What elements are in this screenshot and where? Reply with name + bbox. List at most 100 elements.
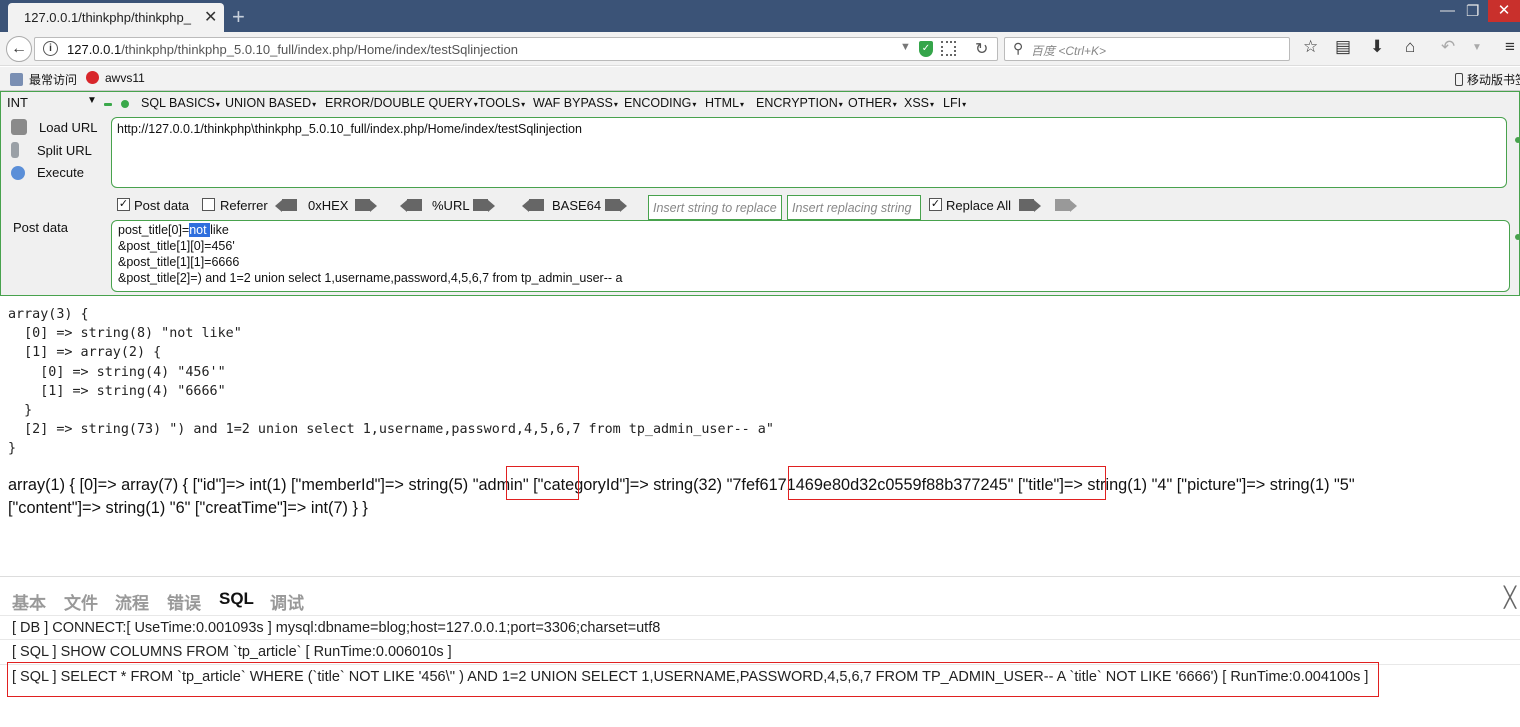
menu-tools[interactable]: TOOLS <box>478 96 525 110</box>
tab-errors[interactable]: 错误 <box>167 589 201 614</box>
menu-union-based[interactable]: UNION BASED <box>225 96 316 110</box>
referrer-label: Referrer <box>220 198 268 213</box>
base64-label: BASE64 <box>552 198 602 213</box>
url-textarea[interactable]: http://127.0.0.1/thinkphp\thinkphp_5.0.1… <box>111 117 1507 188</box>
navigation-bar: ← i 127.0.0.1/thinkphp/thinkphp_5.0.10_f… <box>0 32 1520 66</box>
window-close-icon[interactable]: ✕ <box>1488 0 1520 22</box>
replace-all-bar[interactable] <box>1055 199 1070 211</box>
reload-icon[interactable]: ↻ <box>975 39 988 59</box>
dump-line: array(3) { <box>8 307 89 322</box>
browser-tab[interactable]: 127.0.0.1/thinkphp/thinkphp_ ✕ <box>8 3 224 32</box>
home-icon[interactable]: ⌂ <box>1405 37 1415 57</box>
post-data-textarea[interactable]: post_title[0]=not like &post_title[1][0]… <box>111 220 1510 292</box>
menu-html[interactable]: HTML <box>705 96 744 110</box>
qr-code-icon[interactable] <box>941 41 956 56</box>
menu-xss[interactable]: XSS <box>904 96 934 110</box>
dump-line: [0] => string(4) "456'" <box>8 364 226 380</box>
replace-all-checkbox[interactable]: ✓ <box>929 198 942 211</box>
restore-icon[interactable]: ❐ <box>1466 2 1479 20</box>
execute-button[interactable]: Execute <box>11 165 84 180</box>
scroll-marker <box>1515 137 1520 143</box>
menu-encoding[interactable]: ENCODING <box>624 96 696 110</box>
hex-encode-icon[interactable] <box>370 200 377 212</box>
tab-files[interactable]: 文件 <box>64 589 98 614</box>
replace-icon[interactable] <box>1034 200 1041 212</box>
url-decode-icon[interactable] <box>400 200 407 212</box>
mobile-bookmarks[interactable]: 移动版书签 <box>1455 71 1520 88</box>
undo-dropdown-icon[interactable]: ▼ <box>1472 42 1482 53</box>
result-line: array(1) { [0]=> array(7) { ["id"]=> int… <box>8 476 1355 494</box>
query-result-output: array(1) { [0]=> array(7) { ["id"]=> int… <box>8 474 1508 520</box>
menu-other[interactable]: OTHER <box>848 96 897 110</box>
post-data-checkbox[interactable]: ✓ <box>117 198 130 211</box>
scroll-marker <box>1515 234 1520 240</box>
plus-icon[interactable] <box>121 100 129 108</box>
post-line-1: post_title[0]=not like <box>118 223 229 237</box>
menu-error-double-query[interactable]: ERROR/DOUBLE QUERY <box>325 96 478 110</box>
close-icon[interactable]: ╳ <box>1504 585 1516 610</box>
tab-close-icon[interactable]: ✕ <box>204 7 217 27</box>
undo-icon[interactable]: ↶ <box>1441 37 1455 57</box>
tab-sql[interactable]: SQL <box>219 589 254 609</box>
url-decode-bar[interactable] <box>407 199 422 211</box>
referrer-checkbox[interactable] <box>202 198 215 211</box>
menu-icon[interactable]: ≡ <box>1505 37 1515 57</box>
post-line-2: &post_title[1][0]=456' <box>118 239 235 253</box>
post-line-4: &post_title[2]=) and 1=2 union select 1,… <box>118 271 623 285</box>
menu-waf-bypass[interactable]: WAF BYPASS <box>533 96 618 110</box>
replace-all-icon[interactable] <box>1070 200 1077 212</box>
base64-encode-icon[interactable] <box>620 200 627 212</box>
dump-line: [1] => string(4) "6666" <box>8 383 226 399</box>
minimize-icon[interactable]: — <box>1440 2 1455 19</box>
hackbar-options: ✓ Post data Referrer 0xHEX %URL BASE64 I… <box>117 195 1117 220</box>
history-dropdown-icon[interactable]: ▼ <box>900 41 911 53</box>
base64-decode-icon[interactable] <box>522 200 529 212</box>
back-arrow-icon[interactable]: ← <box>6 36 32 62</box>
bookmark-most-visited[interactable]: 最常访问 <box>10 71 77 88</box>
reading-list-icon[interactable]: ▤ <box>1335 37 1351 57</box>
hex-decode-icon[interactable] <box>275 200 282 212</box>
int-select[interactable]: INT ▼ <box>7 95 97 113</box>
menu-sql-basics[interactable]: SQL BASICS <box>141 96 220 110</box>
tab-debug[interactable]: 调试 <box>270 589 304 614</box>
search-bar[interactable]: ⚲ 百度 <Ctrl+K> <box>1004 37 1290 61</box>
base64-encode-bar[interactable] <box>605 199 620 211</box>
url-encode-icon[interactable] <box>488 200 495 212</box>
hex-encode-bar[interactable] <box>355 199 370 211</box>
bookmark-awvs11[interactable]: awvs11 <box>86 71 145 85</box>
hackbar-menu: INT▼ SQL BASICS UNION BASED ERROR/DOUBLE… <box>1 95 1520 115</box>
download-icon[interactable]: ⬇ <box>1370 37 1384 57</box>
address-text[interactable]: 127.0.0.1/thinkphp/thinkphp_5.0.10_full/… <box>67 42 518 57</box>
highlight-box-hash <box>788 466 1106 500</box>
info-icon[interactable]: i <box>43 41 58 56</box>
tab-flow[interactable]: 流程 <box>115 589 149 614</box>
menu-lfi[interactable]: LFI <box>943 96 966 110</box>
shield-icon[interactable]: ✓ <box>919 41 933 57</box>
post-data-label: Post data <box>134 198 189 213</box>
trace-row: [ SQL ] SHOW COLUMNS FROM `tp_article` [… <box>0 639 1520 663</box>
dump-line: } <box>8 403 33 419</box>
hex-decode-bar[interactable] <box>282 199 297 211</box>
replace-bar[interactable] <box>1019 199 1034 211</box>
replace-string-input[interactable]: Insert string to replace <box>648 195 782 220</box>
search-placeholder: 百度 <Ctrl+K> <box>1031 44 1107 58</box>
search-icon: ⚲ <box>1013 40 1024 56</box>
url-encode-bar[interactable] <box>473 199 488 211</box>
address-bar[interactable]: i 127.0.0.1/thinkphp/thinkphp_5.0.10_ful… <box>34 37 998 61</box>
dump-line: } <box>8 441 17 457</box>
minus-icon[interactable] <box>104 103 112 106</box>
split-url-button[interactable]: Split URL <box>11 142 92 158</box>
load-url-button[interactable]: Load URL <box>11 119 98 135</box>
new-tab-icon[interactable]: + <box>232 4 245 30</box>
chevron-down-icon: ▼ <box>87 95 97 106</box>
phone-icon <box>1455 73 1463 86</box>
hackbar-panel: INT▼ SQL BASICS UNION BASED ERROR/DOUBLE… <box>0 91 1520 296</box>
selected-text: not <box>189 223 211 237</box>
bookmark-star-icon[interactable]: ☆ <box>1303 37 1318 57</box>
play-icon <box>11 166 25 180</box>
menu-encryption[interactable]: ENCRYPTION <box>756 96 843 110</box>
replacing-string-input[interactable]: Insert replacing string <box>787 195 921 220</box>
tab-basic[interactable]: 基本 <box>12 589 46 614</box>
base64-decode-bar[interactable] <box>529 199 544 211</box>
scissors-icon <box>11 142 19 158</box>
